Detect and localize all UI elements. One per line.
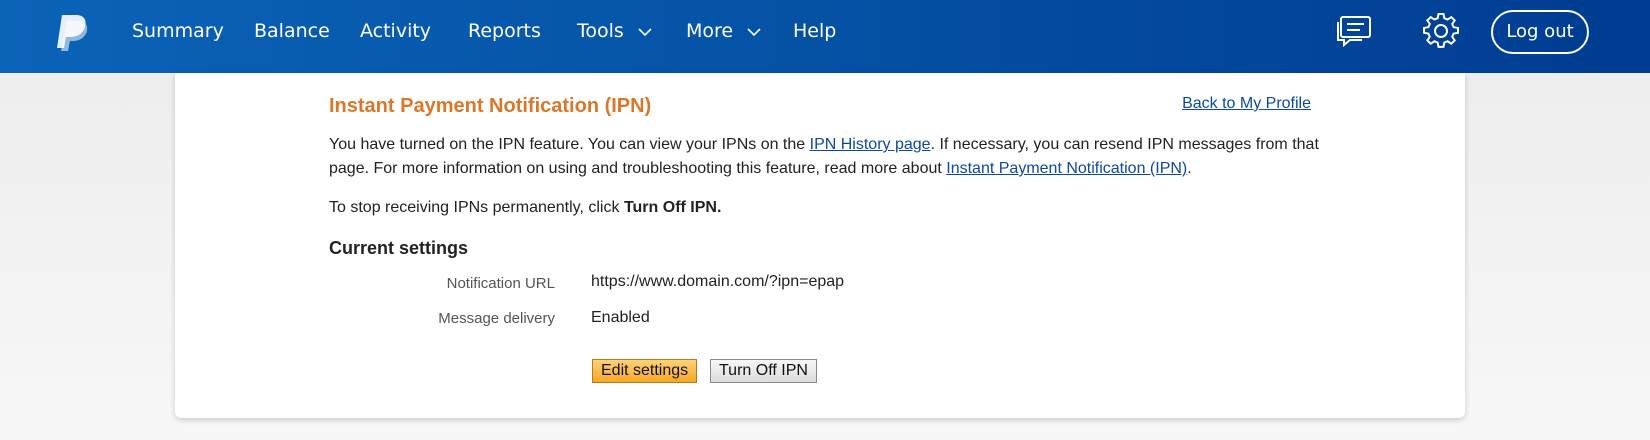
nav-reports-label: Reports: [468, 20, 541, 42]
nav-tools[interactable]: Tools: [577, 0, 652, 63]
page-title: Instant Payment Notification (IPN): [329, 95, 652, 117]
top-navigation-bar: Summary Balance Activity Reports Tools M…: [0, 0, 1650, 73]
message-delivery-value: Enabled: [591, 309, 650, 326]
nav-activity-label: Activity: [360, 20, 432, 42]
ipn-info-link[interactable]: Instant Payment Notification (IPN): [946, 160, 1187, 177]
paypal-logo-icon[interactable]: [54, 13, 90, 51]
nav-tools-label: Tools: [577, 20, 624, 42]
stop-instructions: To stop receiving IPNs permanently, clic…: [329, 196, 1319, 220]
nav-more[interactable]: More: [686, 0, 761, 63]
ipn-settings-card: Instant Payment Notification (IPN) Back …: [175, 73, 1465, 418]
nav-help-label: Help: [793, 20, 837, 42]
nav-reports[interactable]: Reports: [468, 0, 541, 63]
intro-paragraph: You have turned on the IPN feature. You …: [329, 133, 1319, 181]
turn-off-ipn-button[interactable]: Turn Off IPN: [710, 359, 817, 383]
nav-balance[interactable]: Balance: [254, 0, 330, 63]
gear-icon[interactable]: [1423, 12, 1459, 54]
current-settings-heading: Current settings: [329, 238, 469, 258]
back-to-profile-link[interactable]: Back to My Profile: [1182, 95, 1311, 113]
ipn-history-link[interactable]: IPN History page: [810, 136, 931, 153]
chevron-down-icon: [638, 0, 652, 63]
nav-more-label: More: [686, 20, 734, 42]
nav-help[interactable]: Help: [793, 0, 836, 63]
nav-summary[interactable]: Summary: [132, 0, 224, 63]
logout-button[interactable]: Log out: [1491, 10, 1589, 54]
message-delivery-label: Message delivery: [438, 310, 555, 327]
nav-summary-label: Summary: [132, 20, 224, 42]
stop-text: To stop receiving IPNs permanently, clic…: [329, 199, 624, 216]
edit-settings-button[interactable]: Edit settings: [592, 359, 698, 383]
nav-activity[interactable]: Activity: [360, 0, 431, 63]
notification-url-label: Notification URL: [446, 275, 555, 292]
nav-balance-label: Balance: [254, 20, 330, 42]
message-center-icon[interactable]: [1336, 15, 1372, 52]
stop-bold-text: Turn Off IPN.: [623, 199, 722, 216]
intro-text-1: You have turned on the IPN feature. You …: [329, 136, 810, 153]
notification-url-value: https://www.domain.com/?ipn=epap: [591, 273, 845, 290]
intro-text-3: .: [1187, 160, 1192, 177]
chevron-down-icon: [747, 0, 761, 63]
